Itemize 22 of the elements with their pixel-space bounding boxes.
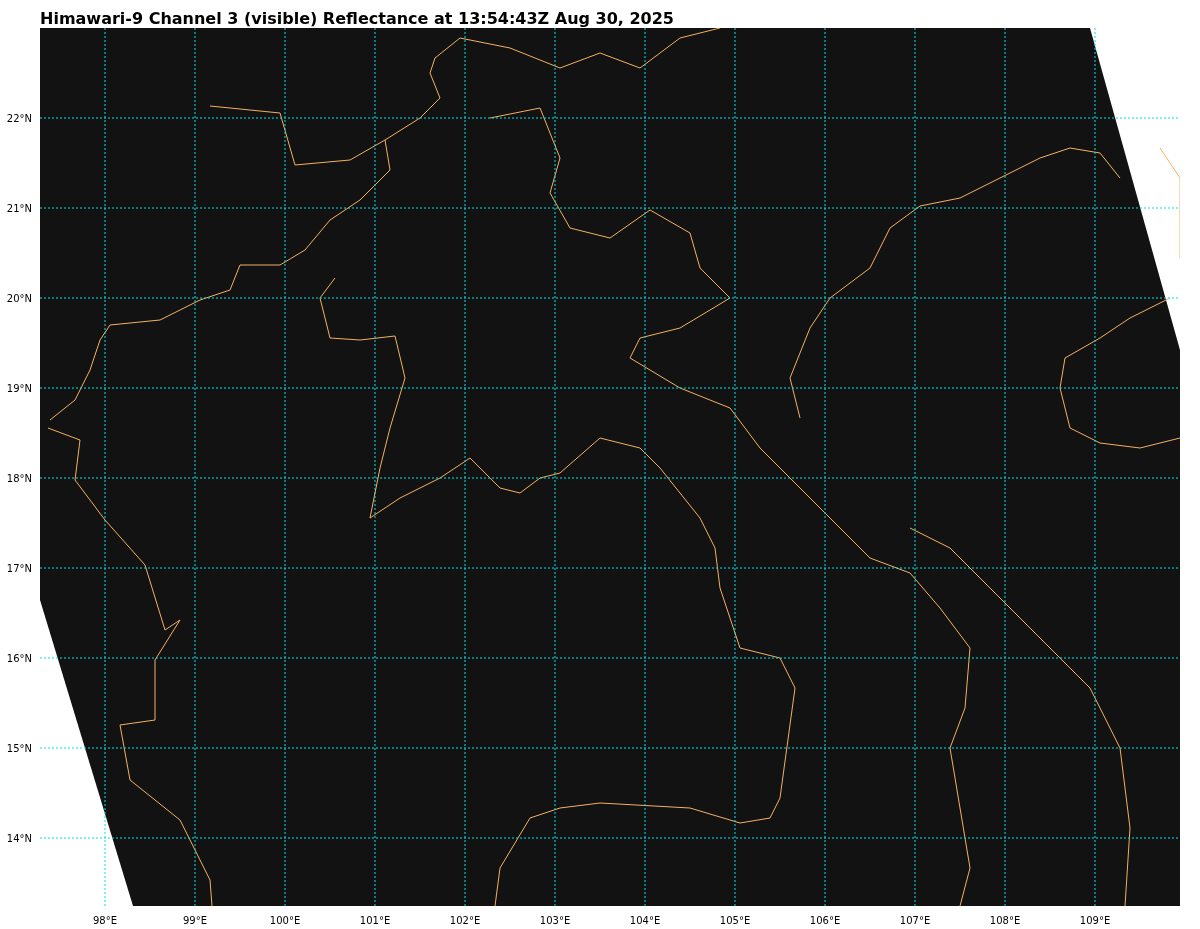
longitude-label: 104°E [629,915,661,926]
latitude-label: 14°N [6,832,32,844]
latitude-label: 17°N [6,562,32,574]
latitude-label: 22°N [6,112,32,124]
latitude-label: 15°N [6,742,32,754]
longitude-label: 99°E [183,915,207,926]
longitude-label: 108°E [989,915,1021,926]
longitude-label: 101°E [359,915,391,926]
longitude-label: 105°E [719,915,751,926]
longitude-label: 103°E [539,915,571,926]
longitude-label: 106°E [809,915,841,926]
longitude-label: 100°E [269,915,301,926]
latitude-label: 18°N [6,472,32,484]
latitude-label: 16°N [6,652,32,664]
longitude-label: 107°E [899,915,931,926]
latitude-label: 21°N [6,202,32,214]
longitude-label: 109°E [1079,915,1111,926]
latitude-label: 19°N [6,382,32,394]
longitude-label: 98°E [93,915,117,926]
chart-title: Himawari-9 Channel 3 (visible) Reflectance at 13:54:43Z Aug 30, 2025 [39,8,675,28]
latitude-label: 20°N [6,292,32,304]
longitude-label: 102°E [449,915,481,926]
